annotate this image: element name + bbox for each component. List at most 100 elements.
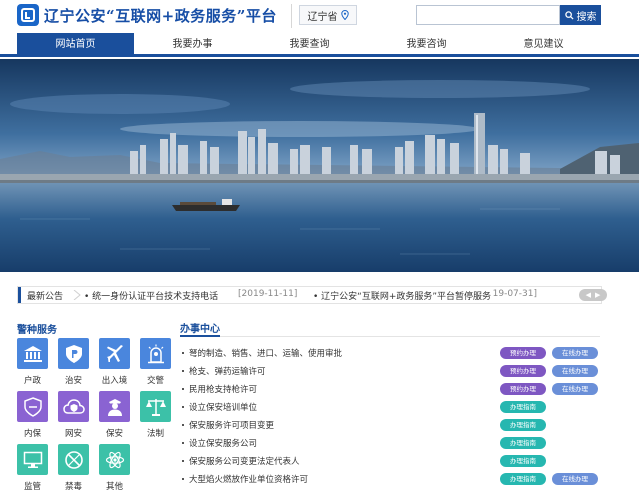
list-bullet <box>182 352 184 354</box>
online-apply-button[interactable]: 在线办理 <box>552 473 598 485</box>
nav-apply[interactable]: 我要办事 <box>134 33 251 57</box>
service-tile-internal-security[interactable] <box>17 391 48 422</box>
service-tile-cyber-security[interactable] <box>58 391 89 422</box>
search-icon <box>564 10 574 20</box>
guide-button[interactable]: 办理指南 <box>500 473 546 485</box>
notice-item-link[interactable]: • 辽宁公安“互联网+政务服务”平台暂停服务 <box>313 289 508 302</box>
city-skyline-image <box>0 59 639 272</box>
no-drugs-icon <box>64 450 83 469</box>
service-center-divider <box>180 336 600 337</box>
nav-consult[interactable]: 我要咨询 <box>368 33 485 57</box>
service-row: 枪支、弹药运输许可 预约办理 在线办理 <box>182 364 602 379</box>
bank-building-icon <box>23 345 42 362</box>
service-tile-immigration[interactable] <box>99 338 130 369</box>
list-bullet <box>182 370 184 372</box>
guide-button[interactable]: 办理指南 <box>500 401 546 413</box>
monitor-icon <box>23 451 42 468</box>
announcement-bar: 最新公告 • 统一身份认证平台技术支持电话 [2019-11-11] • 辽宁公… <box>17 286 607 304</box>
region-label: 辽宁省 <box>307 11 338 23</box>
site-logo[interactable] <box>17 4 39 26</box>
service-label: 内保 <box>23 429 41 439</box>
nav-feedback[interactable]: 意见建议 <box>485 33 602 57</box>
header-divider <box>291 4 292 28</box>
list-bullet <box>182 478 184 480</box>
list-bullet <box>182 406 184 408</box>
book-appointment-button[interactable]: 预约办理 <box>500 383 546 395</box>
scales-icon <box>145 398 166 416</box>
service-tile-legal[interactable] <box>140 391 171 422</box>
police-shield-p-icon <box>65 344 82 363</box>
service-label: 治安 <box>64 376 82 386</box>
service-item-link[interactable]: 大型焰火燃放作业单位资格许可 <box>189 473 308 485</box>
service-row: 设立保安培训单位 办理指南 <box>182 400 602 415</box>
guide-button[interactable]: 办理指南 <box>500 437 546 449</box>
service-center-title: 办事中心 <box>180 324 220 335</box>
service-row: 保安服务公司变更法定代表人 办理指南 <box>182 454 602 469</box>
book-appointment-button[interactable]: 预约办理 <box>500 347 546 359</box>
service-row: 设立保安服务公司 办理指南 <box>182 436 602 451</box>
service-tile-traffic[interactable] <box>140 338 171 369</box>
service-row: 弩的制造、销售、进口、运输、使用审批 预约办理 在线办理 <box>182 346 602 361</box>
notice-flag <box>18 287 21 303</box>
service-label: 法制 <box>146 429 164 439</box>
guide-button[interactable]: 办理指南 <box>500 419 546 431</box>
chevron-left-icon[interactable]: ◀ <box>586 291 591 299</box>
online-apply-button[interactable]: 在线办理 <box>552 365 598 377</box>
atom-icon <box>105 451 124 468</box>
service-tile-supervision[interactable] <box>17 444 48 475</box>
nav-home[interactable]: 网站首页 <box>17 33 134 57</box>
location-pin-icon <box>340 10 349 20</box>
service-item-link[interactable]: 设立保安培训单位 <box>189 401 257 413</box>
service-row: 保安服务许可项目变更 办理指南 <box>182 418 602 433</box>
guard-person-icon <box>107 398 122 416</box>
online-apply-button[interactable]: 在线办理 <box>552 383 598 395</box>
main-nav: 网站首页 我要办事 我要查询 我要咨询 意见建议 <box>0 33 639 57</box>
cloud-shield-icon <box>62 398 85 414</box>
nav-query[interactable]: 我要查询 <box>251 33 368 57</box>
service-item-link[interactable]: 弩的制造、销售、进口、运输、使用审批 <box>189 347 342 359</box>
service-label: 禁毒 <box>64 482 82 492</box>
chevron-right-icon <box>73 290 81 300</box>
list-bullet <box>182 424 184 426</box>
notice-item-link[interactable]: • 统一身份认证平台技术支持电话 <box>84 289 218 302</box>
service-item-link[interactable]: 保安服务许可项目变更 <box>189 419 274 431</box>
service-center-underline <box>180 335 220 337</box>
chevron-right-icon[interactable]: ▶ <box>595 291 600 299</box>
list-bullet <box>182 388 184 390</box>
notice-label: 最新公告 <box>27 292 64 302</box>
service-tile-security-guard[interactable] <box>99 391 130 422</box>
service-label: 监管 <box>23 482 41 492</box>
service-label: 保安 <box>105 429 123 439</box>
traffic-light-icon <box>147 344 164 363</box>
service-label: 其他 <box>105 482 123 492</box>
service-label: 出入境 <box>101 376 128 386</box>
search-input[interactable] <box>416 5 560 25</box>
notice-item-date: [2019-07-31] <box>492 289 537 299</box>
service-item-link[interactable]: 保安服务公司变更法定代表人 <box>189 455 300 467</box>
book-appointment-button[interactable]: 预约办理 <box>500 365 546 377</box>
service-tile-anti-drug[interactable] <box>58 444 89 475</box>
search-button[interactable]: 搜索 <box>560 5 601 25</box>
service-row: 大型焰火燃放作业单位资格许可 办理指南 在线办理 <box>182 472 602 487</box>
airplane-icon <box>106 344 123 362</box>
service-tile-other[interactable] <box>99 444 130 475</box>
service-tile-public-order[interactable] <box>58 338 89 369</box>
service-label: 交警 <box>146 376 164 386</box>
service-label: 户政 <box>23 376 41 386</box>
service-item-link[interactable]: 设立保安服务公司 <box>189 437 257 449</box>
region-selector[interactable]: 辽宁省 <box>299 5 357 25</box>
notice-pager[interactable]: ◀ ▶ <box>579 289 607 301</box>
search-button-label: 搜索 <box>576 11 597 23</box>
service-item-link[interactable]: 民用枪支持枪许可 <box>189 383 257 395</box>
site-header: 辽宁公安“互联网+政务服务”平台 辽宁省 搜索 <box>0 0 639 32</box>
logo-mark-icon <box>21 8 35 22</box>
guide-button[interactable]: 办理指南 <box>500 455 546 467</box>
service-tile-household[interactable] <box>17 338 48 369</box>
hero-banner-image <box>0 59 639 272</box>
service-item-link[interactable]: 枪支、弹药运输许可 <box>189 365 266 377</box>
notice-item-date: [2019-11-11] <box>238 289 298 299</box>
security-shield-icon <box>23 396 42 417</box>
police-services-title: 警种服务 <box>17 325 57 336</box>
online-apply-button[interactable]: 在线办理 <box>552 347 598 359</box>
list-bullet <box>182 460 184 462</box>
